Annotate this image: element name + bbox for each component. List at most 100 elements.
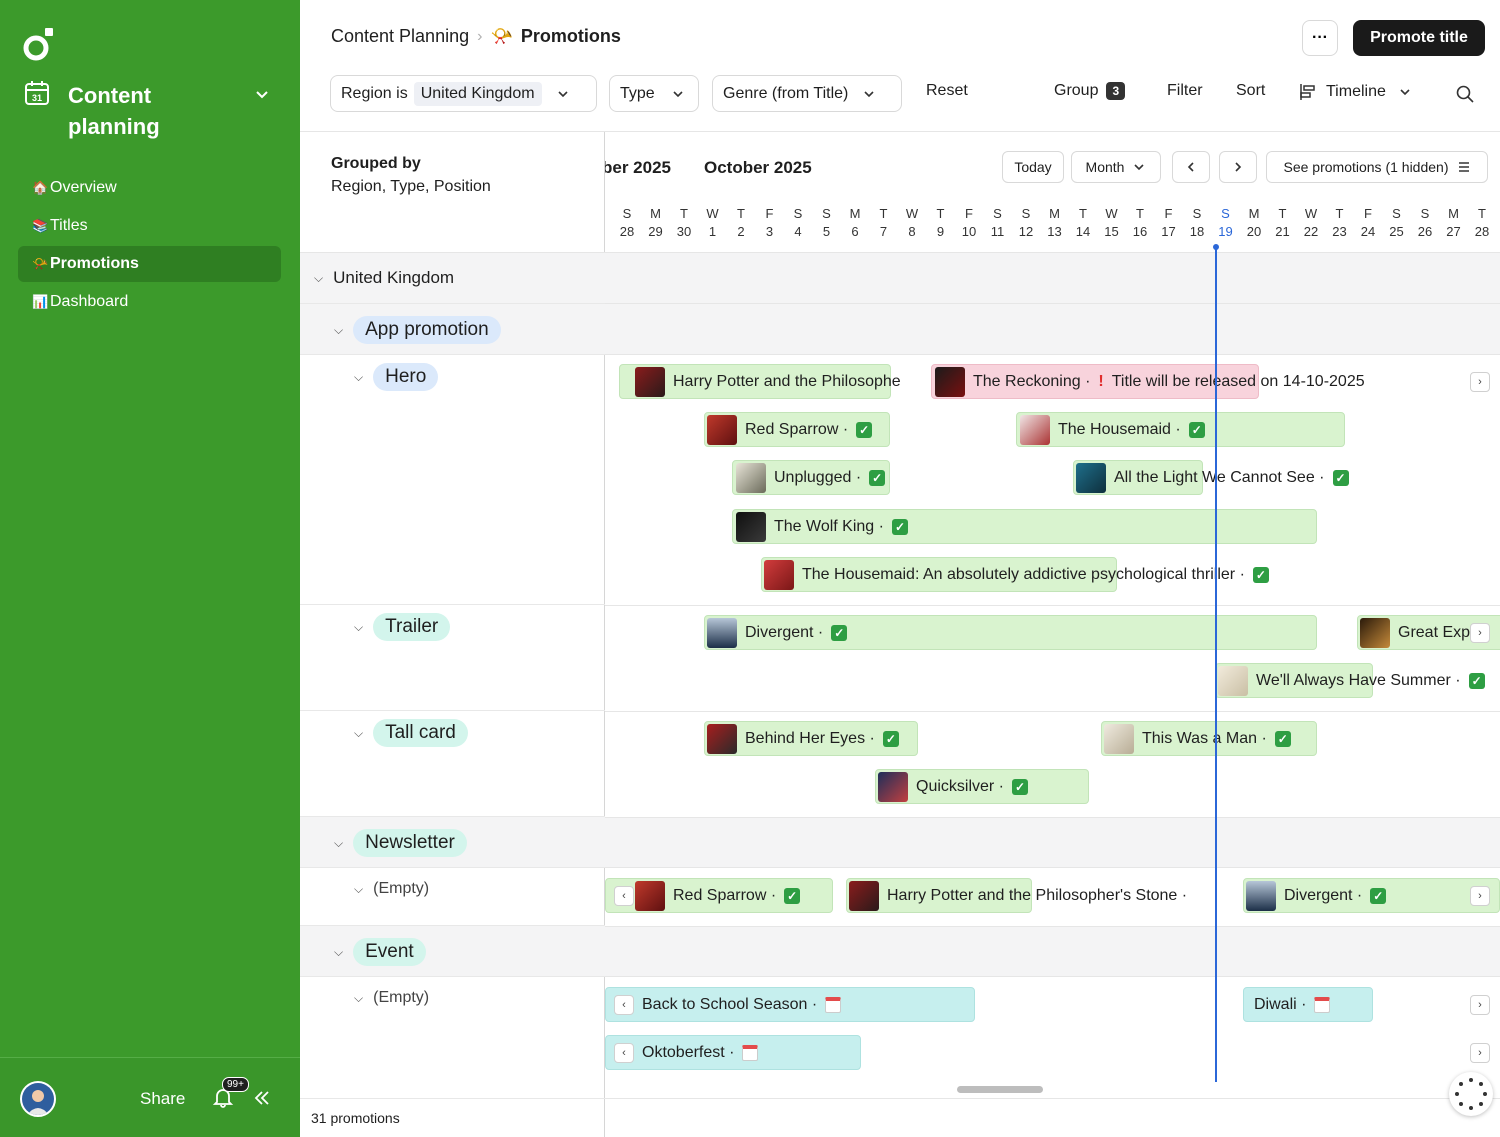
avatar[interactable]	[20, 1081, 56, 1117]
day-number: 12	[1018, 224, 1034, 239]
promotion-label[interactable]: All the Light We Cannot See · ✓	[1076, 460, 1349, 495]
chevron-down-icon	[1134, 164, 1145, 171]
chevron-down-icon[interactable]: ⌵	[334, 836, 343, 851]
day-number: 20	[1246, 224, 1262, 239]
group-row-position[interactable]: ⌵ Trailer	[300, 605, 605, 711]
region-filter[interactable]: Region is United Kingdom	[330, 75, 597, 112]
promotion-label[interactable]: The Reckoning · ! Title will be released…	[935, 364, 1365, 399]
scroll-left-button[interactable]: ‹	[614, 886, 634, 906]
share-button[interactable]: Share	[140, 1089, 185, 1109]
sidebar-item-titles[interactable]: 📚 Titles	[18, 208, 281, 244]
day-column-label: T9	[927, 205, 955, 241]
see-promotions-button[interactable]: See promotions (1 hidden)	[1266, 151, 1488, 183]
promotion-label[interactable]: Diwali ·	[1254, 987, 1331, 1022]
chevron-down-icon[interactable]: ⌵	[354, 726, 363, 741]
promotion-label[interactable]: Quicksilver · ✓	[878, 769, 1029, 804]
chevron-down-icon[interactable]: ⌵	[354, 882, 363, 897]
group-row-type[interactable]: ⌵ App promotion	[300, 304, 605, 355]
scroll-left-button[interactable]: ‹	[614, 995, 634, 1015]
double-chevron-left-icon[interactable]	[252, 1088, 272, 1108]
promotion-label[interactable]: The Housemaid · ✓	[1020, 412, 1205, 447]
horizontal-scrollbar[interactable]	[957, 1086, 1043, 1093]
scroll-right-button[interactable]: ›	[1470, 995, 1490, 1015]
chevron-down-icon[interactable]: ⌵	[354, 991, 363, 1006]
next-period-button[interactable]	[1219, 151, 1257, 183]
chevron-down-icon[interactable]: ⌵	[354, 620, 363, 635]
filter-button[interactable]: Filter	[1167, 82, 1203, 100]
today-marker-dot	[1213, 244, 1219, 250]
sidebar-item-dashboard[interactable]: 📊 Dashboard	[18, 284, 281, 320]
promotion-label[interactable]: The Wolf King · ✓	[736, 509, 908, 544]
promotion-label[interactable]: Divergent · ✓	[1246, 878, 1387, 913]
promotion-label[interactable]: Harry Potter and the Philosopher's Stone…	[849, 878, 1187, 913]
day-column-label: W1	[699, 205, 727, 241]
group-row-type[interactable]: ⌵ Event	[300, 926, 605, 977]
chevron-down-icon[interactable]: ⌵	[334, 323, 343, 338]
group-row-position[interactable]: ⌵ (Empty)	[300, 868, 605, 926]
sort-button[interactable]: Sort	[1236, 82, 1265, 100]
group-row-type[interactable]: ⌵ Newsletter	[300, 817, 605, 868]
calendar-emoji-icon	[1314, 996, 1331, 1013]
breadcrumb-root[interactable]: Content Planning	[331, 26, 469, 47]
day-number: 10	[961, 224, 977, 239]
scroll-right-button[interactable]: ›	[1470, 623, 1490, 643]
sidebar-item-overview[interactable]: 🏠 Overview	[18, 170, 281, 206]
promotion-label[interactable]: Divergent · ✓	[707, 615, 848, 650]
region-name: United Kingdom	[333, 268, 455, 287]
day-number: 17	[1161, 224, 1176, 239]
today-button[interactable]: Today	[1002, 151, 1064, 183]
sidebar-item-label: Overview	[50, 179, 117, 196]
search-icon[interactable]	[1455, 84, 1475, 104]
chevron-down-icon[interactable]: ⌵	[314, 271, 323, 286]
promotion-label[interactable]: The Housemaid: An absolutely addictive p…	[764, 557, 1269, 592]
promotion-title: Back to School Season ·	[642, 995, 818, 1013]
weekday-letter: W	[905, 206, 919, 221]
promotion-label[interactable]: Red Sparrow · ✓	[707, 412, 873, 447]
group-row-position[interactable]: ⌵ Hero	[300, 355, 605, 605]
group-row-position[interactable]: ⌵ (Empty)	[300, 977, 605, 1099]
chevron-right-icon	[1235, 162, 1242, 172]
group-button[interactable]: Group 3	[1054, 82, 1126, 100]
type-filter[interactable]: Type	[609, 75, 699, 112]
workspace-header[interactable]: 31 Content planning	[24, 80, 280, 144]
chevron-down-icon[interactable]	[252, 84, 272, 104]
promotion-label[interactable]: Great Exp	[1360, 615, 1470, 650]
promotion-label[interactable]: This Was a Man · ✓	[1104, 721, 1291, 756]
scroll-right-button[interactable]: ›	[1470, 1043, 1490, 1063]
chevron-down-icon[interactable]: ⌵	[334, 945, 343, 960]
check-box-icon: ✓	[1468, 672, 1485, 689]
day-number: 23	[1332, 224, 1347, 239]
check-box-icon: ✓	[1252, 566, 1269, 583]
scroll-right-button[interactable]: ›	[1470, 886, 1490, 906]
more-options-button[interactable]: ···	[1302, 20, 1338, 56]
promotion-label[interactable]: Behind Her Eyes · ✓	[707, 721, 899, 756]
see-promotions-label: See promotions (1 hidden)	[1283, 159, 1449, 175]
reset-button[interactable]: Reset	[926, 82, 968, 100]
promotion-label[interactable]: Harry Potter and the Philosophe	[635, 364, 901, 399]
promotion-label[interactable]: Red Sparrow · ✓	[635, 878, 801, 913]
scroll-left-button[interactable]: ‹	[614, 1043, 634, 1063]
view-switcher[interactable]: Timeline	[1298, 82, 1412, 102]
group-row-region[interactable]: ⌵ United Kingdom	[300, 252, 605, 304]
prev-period-button[interactable]	[1172, 151, 1210, 183]
promotion-label[interactable]: Unplugged · ✓	[736, 460, 886, 495]
day-number: 15	[1104, 224, 1119, 239]
app-logo-icon[interactable]	[22, 28, 56, 62]
promote-title-button[interactable]: Promote title	[1353, 20, 1485, 56]
promotion-label[interactable]: We'll Always Have Summer · ✓	[1218, 663, 1485, 698]
day-column-label: M 29	[642, 205, 670, 241]
group-row-position[interactable]: ⌵ Tall card	[300, 711, 605, 817]
sidebar-item-promotions[interactable]: 📯 Promotions	[18, 246, 281, 282]
calendar-emoji-icon	[825, 996, 842, 1013]
weekday-letter: S	[1192, 206, 1202, 221]
day-number: 29	[648, 224, 663, 239]
chevron-down-icon[interactable]: ⌵	[354, 370, 363, 385]
promotion-label[interactable]: Back to School Season ·	[642, 987, 842, 1022]
scale-select[interactable]: Month	[1071, 151, 1161, 183]
day-column-label: T 16	[1126, 205, 1154, 241]
promotion-label[interactable]: Oktoberfest ·	[642, 1035, 759, 1070]
genre-filter[interactable]: Genre (from Title)	[712, 75, 902, 112]
group-label-position: ⌵ Hero	[354, 363, 439, 391]
grouped-by-fields: Region, Type, Position	[331, 178, 491, 195]
scroll-right-button[interactable]: ›	[1470, 372, 1490, 392]
